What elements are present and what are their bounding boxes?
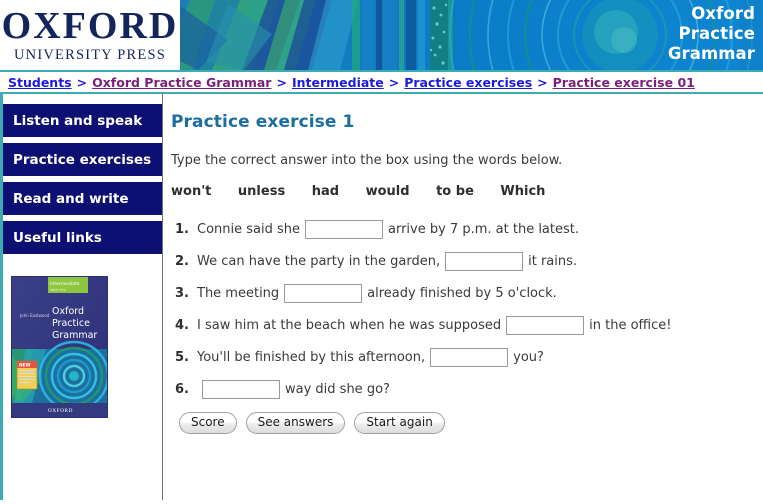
question-text-after: already finished by 5 o'clock.: [367, 286, 557, 301]
questions-list: 1. Connie said she arrive by 7 p.m. at t…: [171, 220, 763, 399]
word-bank: won't unless had would to be Which: [171, 184, 763, 199]
breadcrumb-separator: >: [76, 74, 88, 90]
page-title: Practice exercise 1: [171, 112, 355, 132]
logo-university-press-text: UNIVERSITY PRESS: [13, 47, 166, 64]
breadcrumb-separator: >: [276, 74, 287, 90]
svg-text:John Eastwood: John Eastwood: [19, 313, 50, 318]
question-row-3: 3. The meeting already finished by 5 o'c…: [171, 284, 763, 303]
sidebar-item-useful-links[interactable]: Useful links: [3, 221, 162, 254]
logo-oxford-text: OXFORD: [1, 4, 179, 47]
svg-text:Oxford: Oxford: [52, 306, 84, 317]
question-text-after: it rains.: [528, 254, 578, 269]
word-bank-item: unless: [237, 184, 286, 199]
score-button[interactable]: Score: [179, 412, 237, 434]
svg-text:with key: with key: [50, 287, 67, 292]
word-bank-item: Which: [500, 184, 546, 199]
answer-input-6[interactable]: [202, 380, 280, 399]
breadcrumb-item-intermediate[interactable]: Intermediate: [292, 75, 384, 90]
oxford-university-press-logo: OXFORD UNIVERSITY PRESS: [0, 0, 180, 70]
question-row-6: 6. way did she go?: [171, 380, 763, 399]
question-number: 5.: [175, 350, 189, 365]
sidebar-item-label: Read and write: [13, 190, 129, 207]
main-content: Practice exercise 1 Type the correct ans…: [163, 94, 763, 500]
breadcrumb-separator: >: [388, 74, 400, 90]
sidebar-item-read-and-write[interactable]: Read and write: [3, 182, 162, 215]
question-number: 6.: [175, 382, 189, 397]
answer-input-5[interactable]: [430, 348, 509, 367]
sidebar-item-practice-exercises[interactable]: Practice exercises: [3, 143, 162, 176]
breadcrumb-item-students[interactable]: Students: [8, 75, 72, 90]
action-buttons: Score See answers Start again: [179, 412, 763, 434]
word-bank-item: had: [311, 184, 340, 199]
svg-text:NEW: NEW: [19, 363, 31, 369]
sidebar: Listen and speak Practice exercises Read…: [0, 94, 162, 500]
question-number: 3.: [175, 286, 189, 301]
sidebar-nav: Listen and speak Practice exercises Read…: [3, 94, 162, 254]
word-bank-item: won't: [171, 184, 212, 199]
question-text-before: We can have the party in the garden,: [197, 254, 441, 269]
sidebar-item-label: Listen and speak: [13, 112, 143, 129]
breadcrumb-separator: >: [537, 74, 548, 90]
see-answers-button[interactable]: See answers: [245, 412, 346, 434]
question-text-before: You'll be finished by this afternoon,: [197, 350, 426, 365]
question-row-4: 4. I saw him at the beach when he was su…: [171, 316, 763, 335]
start-again-button[interactable]: Start again: [354, 412, 445, 434]
breadcrumb-item-oxford-practice-grammar[interactable]: Oxford Practice Grammar: [92, 75, 271, 90]
question-number: 4.: [175, 318, 189, 333]
svg-text:OXFORD: OXFORD: [48, 408, 73, 414]
question-row-5: 5. You'll be finished by this afternoon,…: [171, 348, 763, 367]
page-body: Listen and speak Practice exercises Read…: [0, 94, 763, 500]
product-title: Oxford Practice Grammar: [668, 4, 755, 64]
sidebar-item-label: Useful links: [13, 229, 102, 246]
question-text-after: way did she go?: [285, 382, 390, 397]
breadcrumb-item-practice-exercises[interactable]: Practice exercises: [404, 75, 532, 90]
breadcrumb-item-practice-exercise-01[interactable]: Practice exercise 01: [553, 75, 695, 90]
question-text-after: arrive by 7 p.m. at the latest.: [388, 222, 579, 237]
sidebar-item-listen-and-speak[interactable]: Listen and speak: [3, 104, 162, 137]
question-text-before: I saw him at the beach when he was suppo…: [197, 318, 502, 333]
breadcrumb: Students > Oxford Practice Grammar > Int…: [0, 70, 763, 94]
book-cover-image[interactable]: Intermediate with key John Eastwood Oxfo…: [11, 276, 108, 418]
question-number: 2.: [175, 254, 189, 269]
question-row-1: 1. Connie said she arrive by 7 p.m. at t…: [171, 220, 763, 239]
instruction-text: Type the correct answer into the box usi…: [171, 153, 563, 168]
question-text-after: in the office!: [589, 318, 672, 333]
svg-text:Practice: Practice: [52, 318, 90, 329]
answer-input-4[interactable]: [506, 316, 585, 335]
answer-input-1[interactable]: [305, 220, 383, 239]
product-title-line1: Oxford: [691, 4, 755, 23]
question-text-after: you?: [513, 350, 544, 365]
question-number: 1.: [175, 222, 189, 237]
answer-input-3[interactable]: [284, 284, 363, 303]
word-bank-item: would: [365, 184, 410, 199]
site-header: OXFORD UNIVERSITY PRESS Oxford Practice …: [0, 0, 763, 70]
question-text-before: The meeting: [197, 286, 280, 301]
product-title-line2: Practice: [678, 24, 755, 43]
svg-text:Grammar: Grammar: [52, 330, 97, 341]
answer-input-2[interactable]: [445, 252, 524, 271]
question-row-2: 2. We can have the party in the garden, …: [171, 252, 763, 271]
word-bank-item: to be: [436, 184, 474, 199]
question-text-before: Connie said she: [197, 222, 300, 237]
product-title-line3: Grammar: [667, 44, 755, 63]
sidebar-item-label: Practice exercises: [13, 151, 152, 168]
